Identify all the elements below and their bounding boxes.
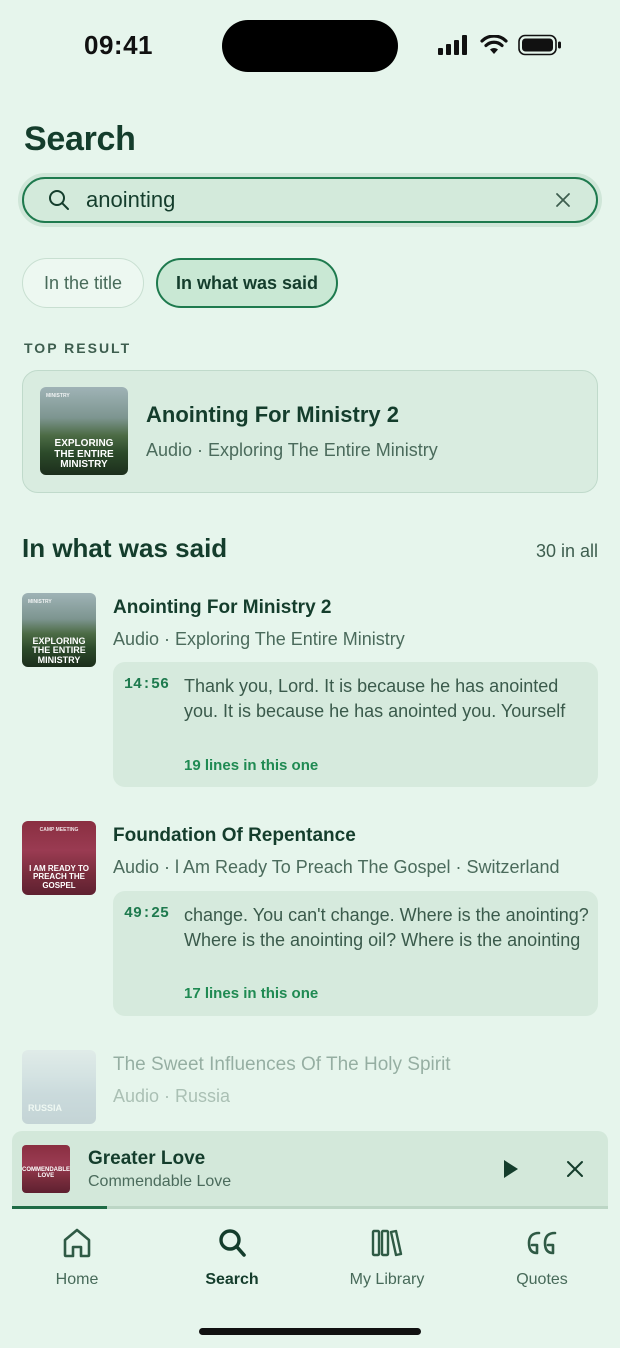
result-subtitle: Audio · Exploring The Entire Ministry: [113, 629, 405, 649]
thumbnail-top-text: MINISTRY: [28, 599, 52, 605]
play-icon[interactable]: [496, 1155, 524, 1183]
tab-label: My Library: [349, 1271, 425, 1288]
result-thumbnail[interactable]: MINISTRY EXPLORING THE ENTIRE MINISTRY: [22, 593, 96, 667]
dynamic-island: [222, 20, 398, 72]
snippet-text: Thank you, Lord. It is because he has an…: [184, 676, 566, 721]
transcript-snippet[interactable]: 14:56 Thank you, Lord. It is because he …: [113, 662, 598, 787]
result-thumbnail[interactable]: RUSSIA: [22, 1050, 96, 1124]
search-input[interactable]: [86, 185, 526, 215]
thumbnail-text: COMMENDABLE LOVE: [22, 1167, 70, 1180]
result-title[interactable]: The Sweet Influences Of The Holy Spirit: [113, 1054, 451, 1076]
mini-player-thumbnail: COMMENDABLE LOVE: [22, 1145, 70, 1193]
status-icons: [438, 34, 562, 56]
tab-my-library[interactable]: My Library: [322, 1223, 452, 1289]
top-result-subtitle: Audio · Exploring The Entire Ministry: [146, 440, 438, 460]
thumbnail-text: EXPLORING THE ENTIRE MINISTRY: [32, 636, 86, 665]
mini-player-title[interactable]: Greater Love: [88, 1148, 205, 1170]
home-icon: [63, 1228, 91, 1258]
result-subtitle: Audio · l Am Ready To Preach The Gospel …: [113, 857, 560, 877]
search-icon: [219, 1229, 246, 1257]
results-count: 30 in all: [535, 541, 598, 561]
signal-icon: [438, 35, 467, 55]
search-icon: [49, 190, 69, 210]
library-icon: [371, 1229, 403, 1257]
page-title: Search: [24, 120, 136, 158]
tab-label: Search: [205, 1271, 259, 1288]
status-time: 09:41: [84, 30, 153, 60]
snippet-line-count[interactable]: 17 lines in this one: [184, 985, 318, 1002]
thumbnail-text: EXPLORING THE ENTIRE MINISTRY: [54, 438, 114, 470]
filter-chip-in-what-was-said[interactable]: In what was said: [156, 258, 338, 308]
home-indicator: [199, 1328, 421, 1335]
status-bar: 09:41: [0, 0, 620, 92]
result-title[interactable]: Foundation Of Repentance: [113, 825, 356, 847]
thumbnail-top-text: MINISTRY: [46, 393, 70, 399]
close-icon[interactable]: [562, 1156, 588, 1182]
results-heading: In what was said: [22, 533, 228, 563]
clear-search-icon[interactable]: [554, 191, 572, 209]
result-subtitle: Audio · Russia: [113, 1086, 231, 1106]
wifi-icon: [480, 35, 508, 54]
thumbnail-text: RUSSIA: [28, 1103, 63, 1113]
filter-chip-in-title[interactable]: In the title: [22, 258, 144, 308]
thumbnail-text: I AM READY TO PREACH THE GOSPEL: [29, 864, 89, 890]
result-title[interactable]: Anointing For Ministry 2: [113, 597, 332, 619]
top-result-title[interactable]: Anointing For Ministry 2: [146, 402, 399, 428]
tab-home[interactable]: Home: [12, 1223, 142, 1289]
snippet-text: change. You can't change. Where is the a…: [184, 905, 589, 950]
snippet-timestamp: 49:25: [124, 905, 170, 922]
top-result-label: TOP RESULT: [24, 340, 132, 356]
snippet-timestamp: 14:56: [124, 676, 170, 693]
tab-label: Quotes: [516, 1271, 568, 1288]
quotes-icon: [527, 1231, 557, 1255]
thumbnail-top-text: CAMP MEETING: [39, 827, 79, 833]
tab-search[interactable]: Search: [167, 1223, 297, 1289]
search-box[interactable]: [22, 177, 598, 223]
top-result-thumbnail: MINISTRY EXPLORING THE ENTIRE MINISTRY: [40, 387, 128, 475]
result-thumbnail[interactable]: CAMP MEETING I AM READY TO PREACH THE GO…: [22, 821, 96, 895]
mini-player-subtitle: Commendable Love: [88, 1173, 232, 1190]
snippet-line-count[interactable]: 19 lines in this one: [184, 757, 318, 774]
battery-icon: [518, 34, 561, 56]
tab-quotes[interactable]: Quotes: [477, 1223, 607, 1289]
tab-label: Home: [55, 1271, 99, 1288]
transcript-snippet[interactable]: 49:25 change. You can't change. Where is…: [113, 891, 598, 1016]
